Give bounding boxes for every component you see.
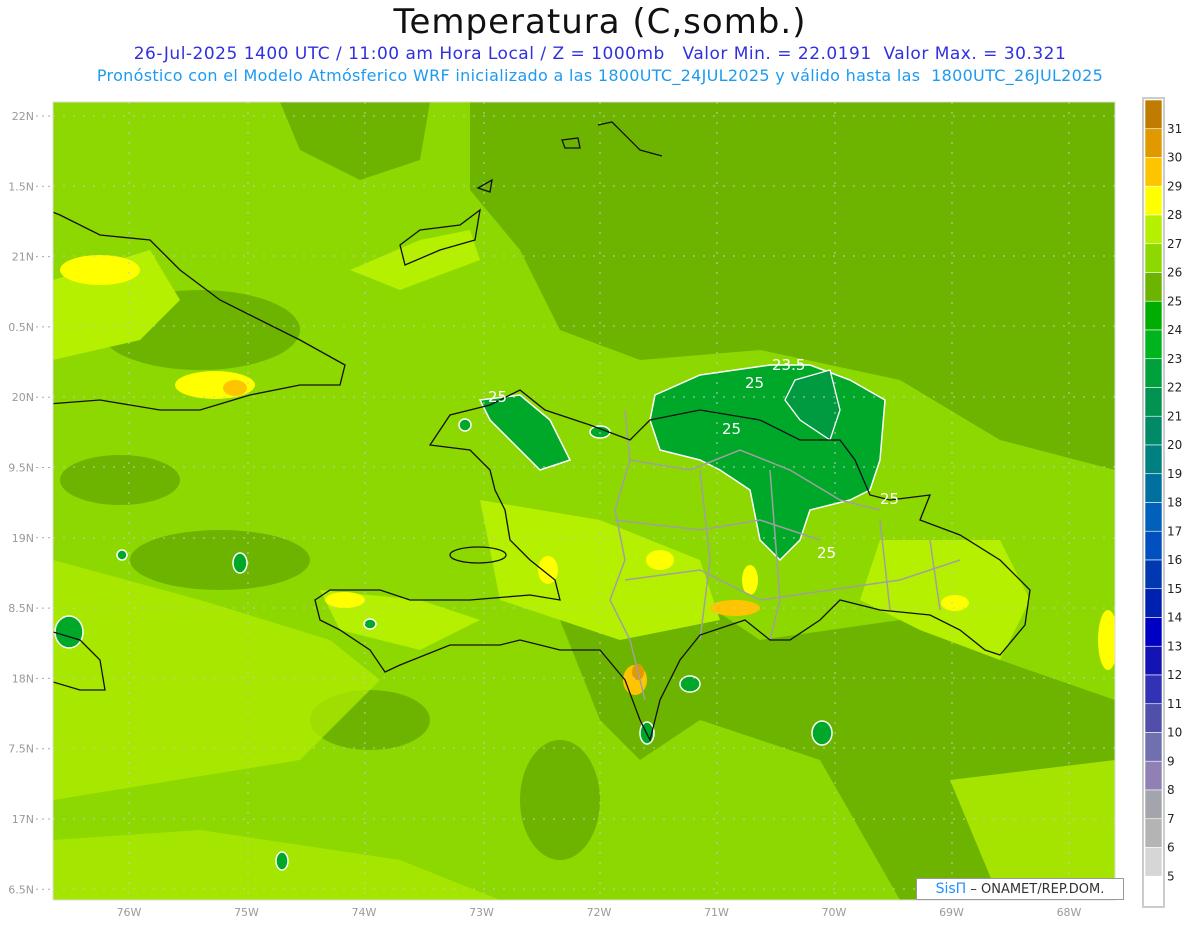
sispi-logo: SisΠ	[935, 881, 967, 897]
latitude-label: 20N	[12, 391, 34, 404]
colorbar-label: 12	[1167, 668, 1182, 682]
latitude-label: 1.5N	[8, 180, 34, 193]
colorbar-label: 5	[1167, 869, 1175, 883]
colorbar-legend: 31 30 29 28 27 26 25 24 23 22 21 20 19 18 17 16 15 14 13 12…	[1142, 97, 1182, 908]
colorbar-label: 20	[1167, 438, 1182, 452]
latitude-label: 9.5N	[8, 462, 34, 475]
colorbar-label: 17	[1167, 524, 1182, 538]
colorbar-label: 10	[1167, 726, 1182, 740]
colorbar-swatch	[1144, 473, 1163, 503]
colorbar-label: 15	[1167, 582, 1182, 596]
longitude-label: 76W	[117, 906, 142, 919]
colorbar-swatch	[1144, 875, 1163, 906]
model-info-subtitle: Pronóstico con el Modelo Atmósferico WRF…	[96, 66, 1104, 85]
colorbar-swatch	[1144, 300, 1163, 331]
colorbar-swatch	[1144, 530, 1163, 561]
colorbar-swatch	[1144, 128, 1163, 158]
colorbar-swatch	[1144, 502, 1163, 532]
colorbar-label: 30	[1167, 151, 1182, 165]
colorbar-label: 6	[1167, 841, 1175, 855]
chart-title: Temperatura (C,somb.)	[393, 2, 807, 42]
longitude-label: 70W	[822, 906, 847, 919]
colorbar-label: 26	[1167, 266, 1182, 280]
colorbar-swatch	[1144, 272, 1163, 302]
longitude-axis: 76W 75W 74W 73W 72W 71W 70W 69W 68W	[117, 906, 1082, 919]
colorbar-label: 8	[1167, 783, 1175, 797]
latitude-label: 22N	[12, 110, 34, 123]
colorbar-label: 22	[1167, 381, 1182, 395]
colorbar-label: 21	[1167, 409, 1182, 423]
colorbar-swatch	[1144, 243, 1163, 273]
colorbar-swatch	[1144, 588, 1163, 618]
latitude-label: 19N	[12, 532, 34, 545]
colorbar-label: 11	[1167, 697, 1182, 711]
colorbar-label: 18	[1167, 496, 1182, 510]
longitude-label: 72W	[587, 906, 612, 919]
latitude-label: 0.5N	[8, 321, 34, 334]
colorbar-label: 28	[1167, 208, 1182, 222]
colorbar-swatch	[1144, 415, 1163, 446]
colorbar-label: 19	[1167, 467, 1182, 481]
colorbar-label: 29	[1167, 179, 1182, 193]
colorbar-swatch	[1144, 760, 1163, 791]
latitude-label: 6.5N	[8, 883, 34, 896]
colorbar-swatch	[1144, 99, 1163, 130]
colorbar-swatch	[1144, 617, 1163, 647]
contour-label: 25	[488, 388, 507, 406]
colorbar-swatch	[1144, 214, 1163, 245]
contour-label: 23.5	[772, 356, 805, 374]
colorbar-label: 23	[1167, 352, 1182, 366]
forecast-time-subtitle: 26-Jul-2025 1400 UTC / 11:00 am Hora Loc…	[133, 44, 1067, 64]
colorbar-label: 27	[1167, 237, 1182, 251]
longitude-label: 74W	[352, 906, 377, 919]
contour-label: 25	[880, 490, 899, 508]
credit-box: SisΠ – ONAMET/REP.DOM.	[916, 878, 1124, 900]
colorbar-swatch	[1144, 329, 1163, 360]
latitude-label: 7.5N	[8, 743, 34, 756]
colorbar-swatch	[1144, 185, 1163, 216]
colorbar-label: 31	[1167, 122, 1182, 136]
colorbar-swatch	[1144, 157, 1163, 187]
colorbar-swatch	[1144, 358, 1163, 388]
colorbar-label: 14	[1167, 611, 1182, 625]
colorbar-label: 16	[1167, 553, 1182, 567]
longitude-label: 68W	[1057, 906, 1082, 919]
colorbar-swatch	[1144, 847, 1163, 877]
colorbar-label: 25	[1167, 294, 1182, 308]
colorbar-swatch	[1144, 789, 1163, 820]
contour-label: 25	[745, 374, 764, 392]
colorbar-swatch	[1144, 674, 1163, 705]
latitude-label: 21N	[12, 251, 34, 264]
colorbar-swatch	[1144, 559, 1163, 590]
colorbar-swatch	[1144, 444, 1163, 475]
longitude-label: 73W	[469, 906, 494, 919]
colorbar-label: 24	[1167, 323, 1182, 337]
latitude-label: 8.5N	[8, 602, 34, 615]
colorbar-label: 7	[1167, 812, 1175, 826]
longitude-label: 69W	[939, 906, 964, 919]
longitude-label: 71W	[704, 906, 729, 919]
latitude-axis: 22N 1.5N 21N 0.5N 20N 9.5N 19N 8.5N 18N 7.5N 17N 6.…	[8, 110, 53, 896]
longitude-label: 75W	[234, 906, 259, 919]
colorbar-swatch	[1144, 732, 1163, 762]
latitude-label: 17N	[12, 813, 34, 826]
temperature-map: 25 23.5 25 25 25 25 22N 1.5N 21N 0.5N 20N 9.5…	[8, 97, 1182, 919]
latitude-label: 18N	[12, 672, 34, 685]
colorbar-swatch	[1144, 703, 1163, 733]
colorbar-swatch	[1144, 387, 1163, 417]
colorbar-label: 9	[1167, 754, 1175, 768]
contour-label: 25	[722, 420, 741, 438]
colorbar-swatch	[1144, 818, 1163, 848]
contour-label: 25	[817, 544, 836, 562]
credit-text: – ONAMET/REP.DOM.	[966, 882, 1105, 897]
colorbar-swatch	[1144, 645, 1163, 676]
colorbar-label: 13	[1167, 639, 1182, 653]
